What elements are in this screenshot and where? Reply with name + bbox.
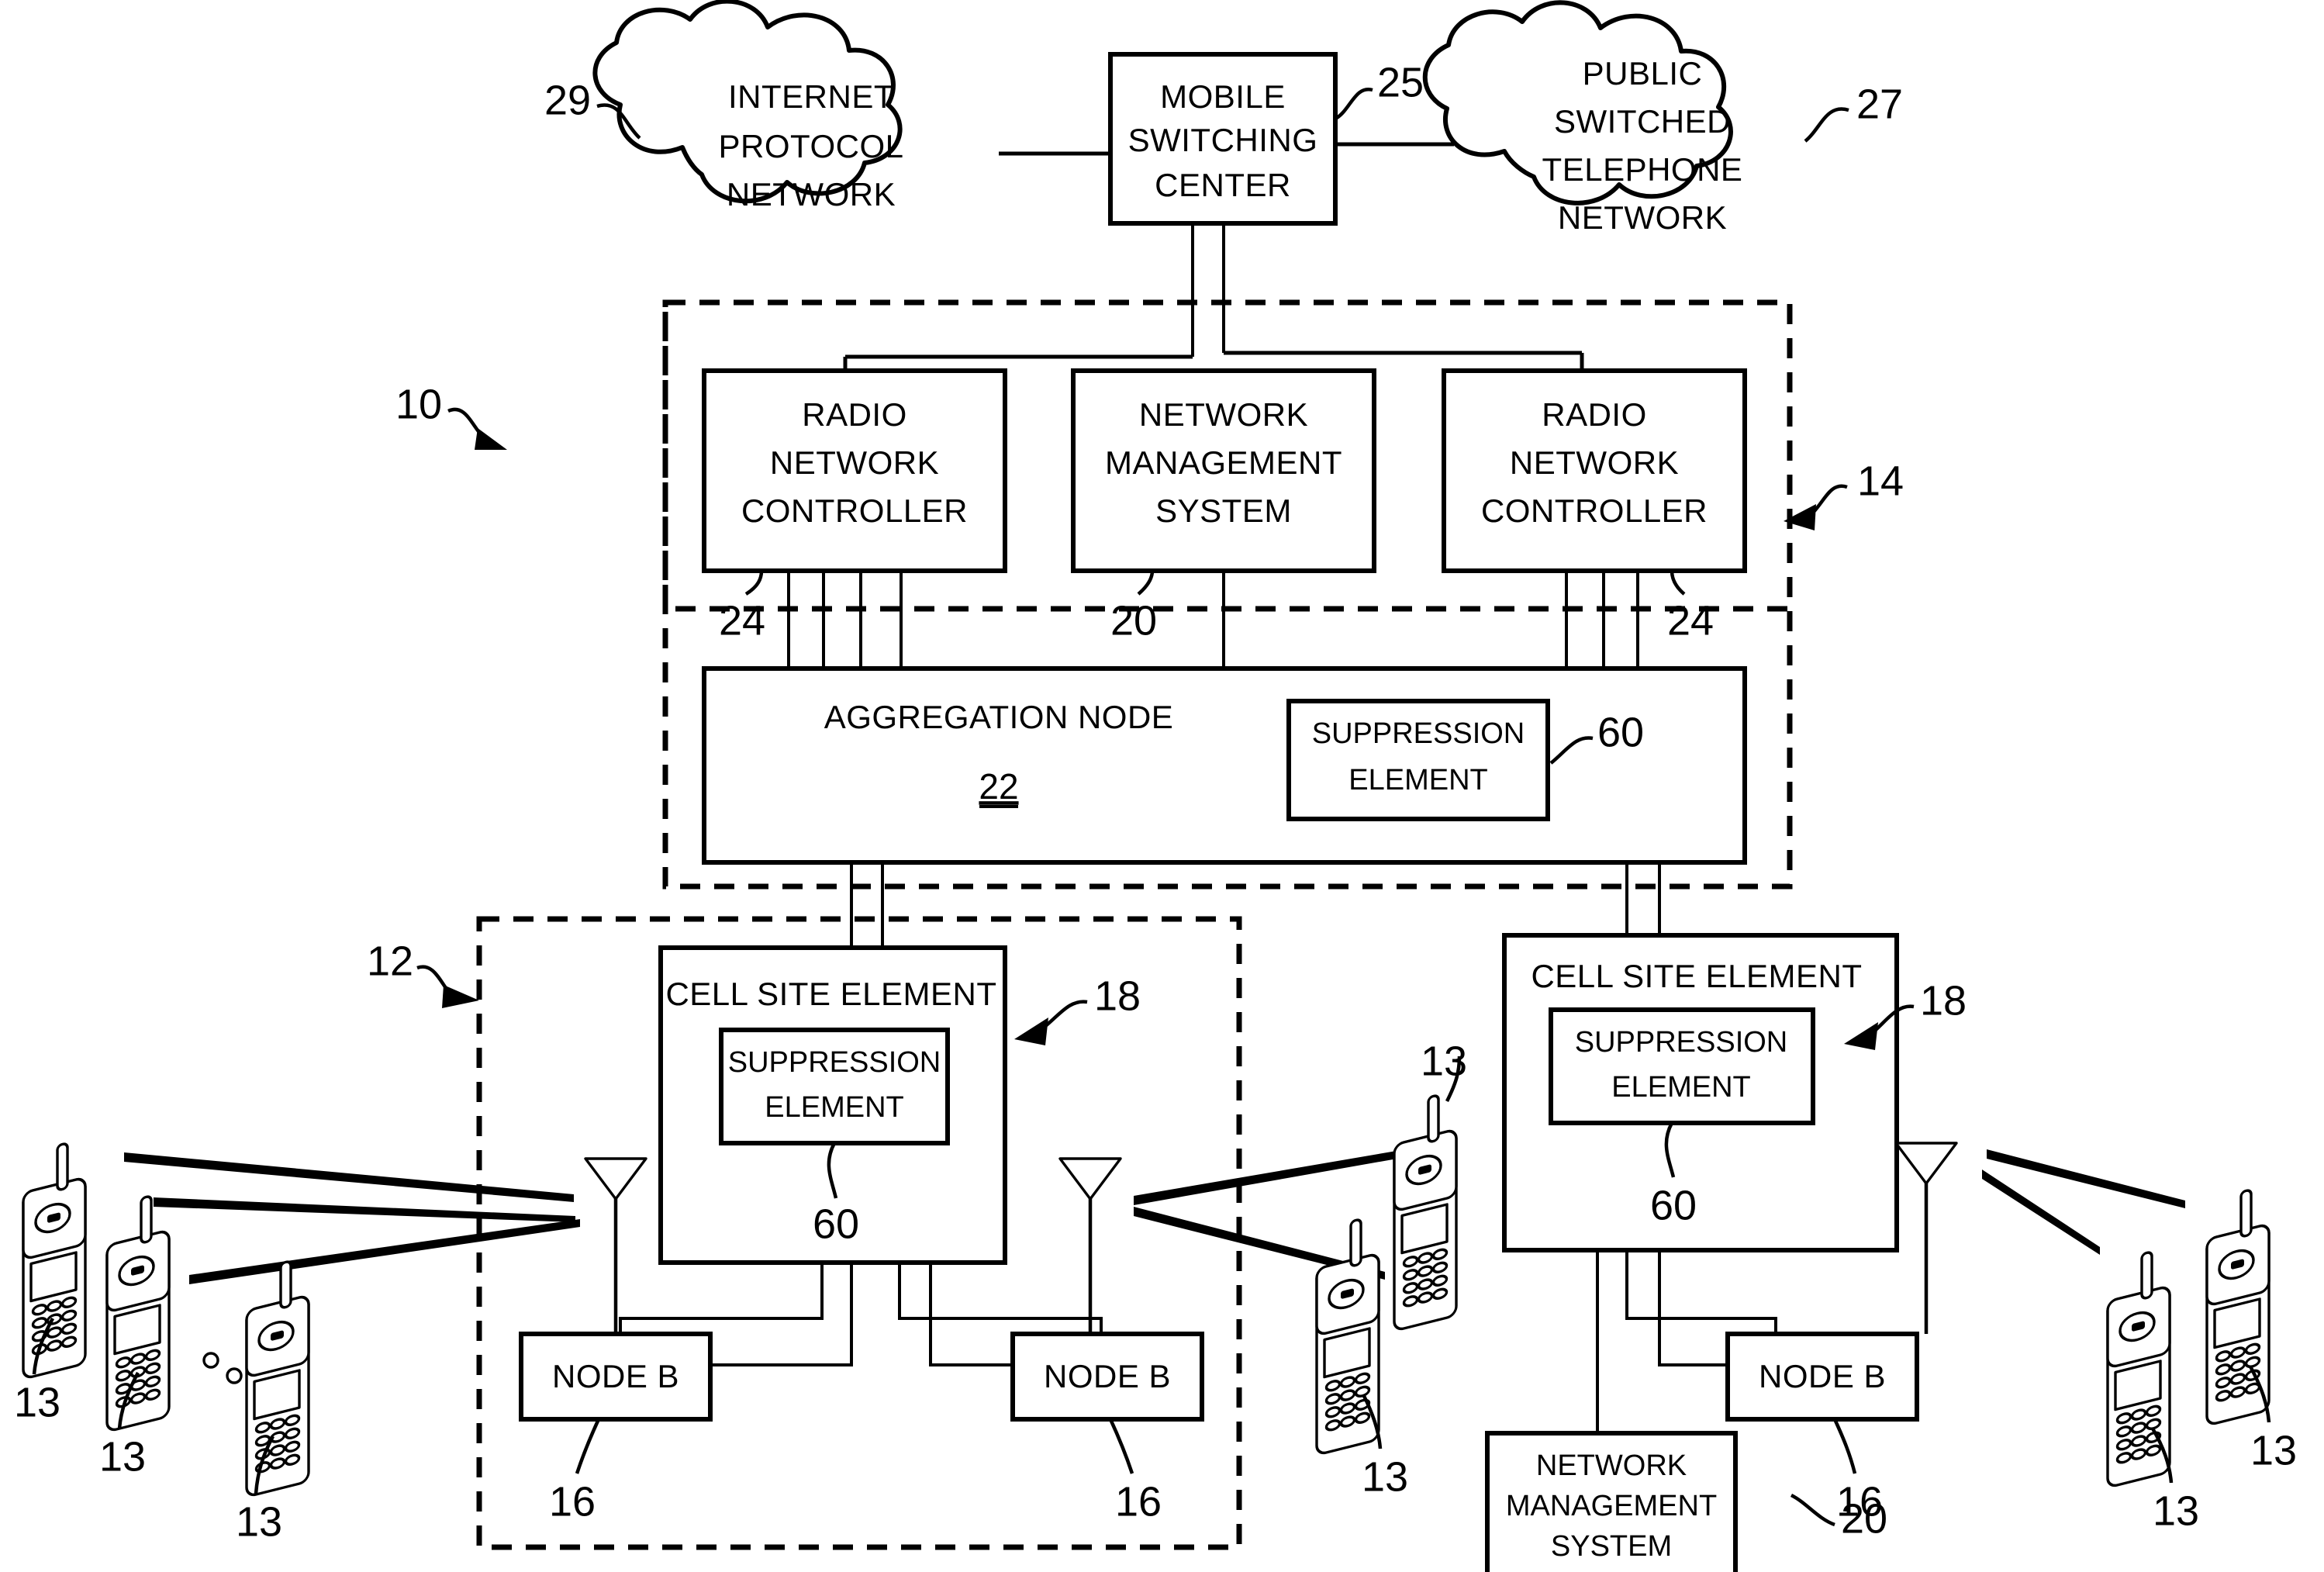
node-b-label-2: NODE B (1044, 1358, 1171, 1394)
ref-18-right: 18 (1920, 977, 1967, 1024)
ref-25: 25 (1377, 59, 1424, 105)
cloud-ip-line-1: INTERNET (728, 78, 894, 115)
ref-12: 12 (367, 938, 413, 984)
ref-20-top: 20 (1110, 597, 1157, 644)
rnc-right-line-1: RADIO (1542, 396, 1647, 433)
leader-16-2 (1108, 1418, 1134, 1474)
ref-13-2: 13 (99, 1433, 146, 1480)
leader-18-left-arrow (1014, 1017, 1048, 1045)
ref-20-bottom: 20 (1841, 1495, 1887, 1542)
node-b-label-1: NODE B (552, 1358, 679, 1394)
link-cse-left-nodeb-1a (619, 1263, 824, 1334)
ref-13-7: 13 (2250, 1427, 2297, 1474)
ref-29: 29 (544, 77, 591, 123)
cloud-pstn-line-3: TELEPHONE (1542, 151, 1743, 188)
cse-left-label: CELL SITE ELEMENT (665, 976, 996, 1012)
agg-suppression-line-2: ELEMENT (1348, 764, 1487, 796)
leader-12-arrow (442, 985, 479, 1008)
ref-16-1: 16 (549, 1478, 596, 1525)
antenna-left-1 (584, 1157, 647, 1334)
cloud-pstn-line-2: SWITCHED (1554, 103, 1731, 140)
cse-right-suppression-line-1: SUPPRESSION (1575, 1026, 1788, 1059)
ref-13-1: 13 (14, 1379, 60, 1425)
aggregation-node-box (702, 666, 1747, 865)
ref-22: 22 (979, 766, 1018, 807)
cse-left-suppression-line-1: SUPPRESSION (728, 1046, 941, 1079)
cse-right-suppression-line-2: ELEMENT (1611, 1071, 1750, 1104)
link-cse-left-nodeb-1b (698, 1263, 853, 1366)
ref-13-6: 13 (2153, 1487, 2199, 1534)
radio-wave-left-2 (154, 1197, 575, 1222)
handset-1 (22, 1142, 87, 1379)
rnc-right-line-3: CONTROLLER (1481, 492, 1708, 529)
leader-16-1 (575, 1418, 601, 1474)
patent-figure: INTERNET PROTOCOL NETWORK 29 PUBLIC SWIT… (0, 0, 2324, 1572)
link-cse-left-nodeb-2b (929, 1263, 1016, 1366)
radio-wave-center-1 (1134, 1146, 1424, 1205)
cloud-pstn-line-4: NETWORK (1558, 199, 1727, 236)
handset-6 (2106, 1251, 2171, 1487)
leader-24-right (1670, 570, 1686, 596)
radio-wave-left-1 (124, 1152, 574, 1202)
handset-4 (1393, 1094, 1458, 1331)
rnc-left-line-2: NETWORK (770, 444, 939, 481)
cloud-ip-line-3: NETWORK (727, 176, 896, 212)
cse-right-label: CELL SITE ELEMENT (1531, 958, 1862, 994)
radio-wave-left-3 (189, 1219, 580, 1284)
msc-line-1: MOBILE (1160, 78, 1286, 115)
rnc-left-line-1: RADIO (802, 396, 907, 433)
agg-suppression-line-1: SUPPRESSION (1312, 717, 1525, 750)
rnc-left-line-3: CONTROLLER (741, 492, 968, 529)
nms-bottom-line-1: NETWORK (1536, 1449, 1687, 1482)
figure-canvas: INTERNET PROTOCOL NETWORK 29 PUBLIC SWIT… (14, 0, 2297, 1572)
leader-25 (1335, 88, 1373, 119)
msc-line-3: CENTER (1155, 167, 1291, 203)
ref-60-cse-left: 60 (813, 1201, 859, 1247)
antenna-right-1 (1894, 1142, 1958, 1334)
leader-20-top (1137, 570, 1155, 596)
ref-60-agg: 60 (1597, 709, 1644, 755)
handset-3 (245, 1260, 310, 1497)
nms-top-line-1: NETWORK (1139, 396, 1308, 433)
cloud-ip-line-2: PROTOCOL (719, 128, 904, 164)
leader-10-arrow (475, 428, 507, 450)
link-cse-right-nodeb-b (1658, 1250, 1731, 1366)
leader-16-3 (1832, 1418, 1857, 1474)
ref-24-right: 24 (1667, 597, 1714, 644)
ref-10: 10 (395, 381, 442, 427)
leader-27 (1804, 107, 1849, 143)
link-cse-right-nodeb-a (1625, 1250, 1777, 1334)
ref-14: 14 (1857, 458, 1904, 504)
msc-line-2: SWITCHING (1128, 122, 1318, 158)
nms-bottom-line-2: MANAGEMENT (1506, 1490, 1717, 1522)
handset-2 (105, 1195, 171, 1432)
nms-top-line-3: SYSTEM (1155, 492, 1292, 529)
nms-bottom-line-3: SYSTEM (1551, 1530, 1672, 1563)
leader-20-bottom (1790, 1493, 1835, 1527)
ref-13-3: 13 (236, 1498, 282, 1545)
ref-60-cse-right: 60 (1650, 1182, 1697, 1228)
ref-13-4: 13 (1421, 1038, 1467, 1084)
leader-24-left (744, 570, 764, 596)
cloud-pstn-line-1: PUBLIC (1583, 55, 1703, 92)
ref-24-left: 24 (719, 597, 765, 644)
node-b-label-3: NODE B (1759, 1358, 1886, 1394)
nms-top-line-2: MANAGEMENT (1105, 444, 1342, 481)
leader-18-left-curve (1039, 1000, 1088, 1031)
aggregation-node-label: AGGREGATION NODE (824, 699, 1174, 735)
ref-27: 27 (1856, 81, 1903, 127)
cse-left-suppression-line-2: ELEMENT (765, 1091, 903, 1124)
ref-16-2: 16 (1115, 1478, 1162, 1525)
ref-13-5: 13 (1362, 1453, 1408, 1500)
handset-5 (1315, 1218, 1380, 1455)
antenna-left-2 (1058, 1157, 1122, 1334)
rnc-right-line-2: NETWORK (1510, 444, 1679, 481)
ref-18-left: 18 (1094, 973, 1141, 1019)
